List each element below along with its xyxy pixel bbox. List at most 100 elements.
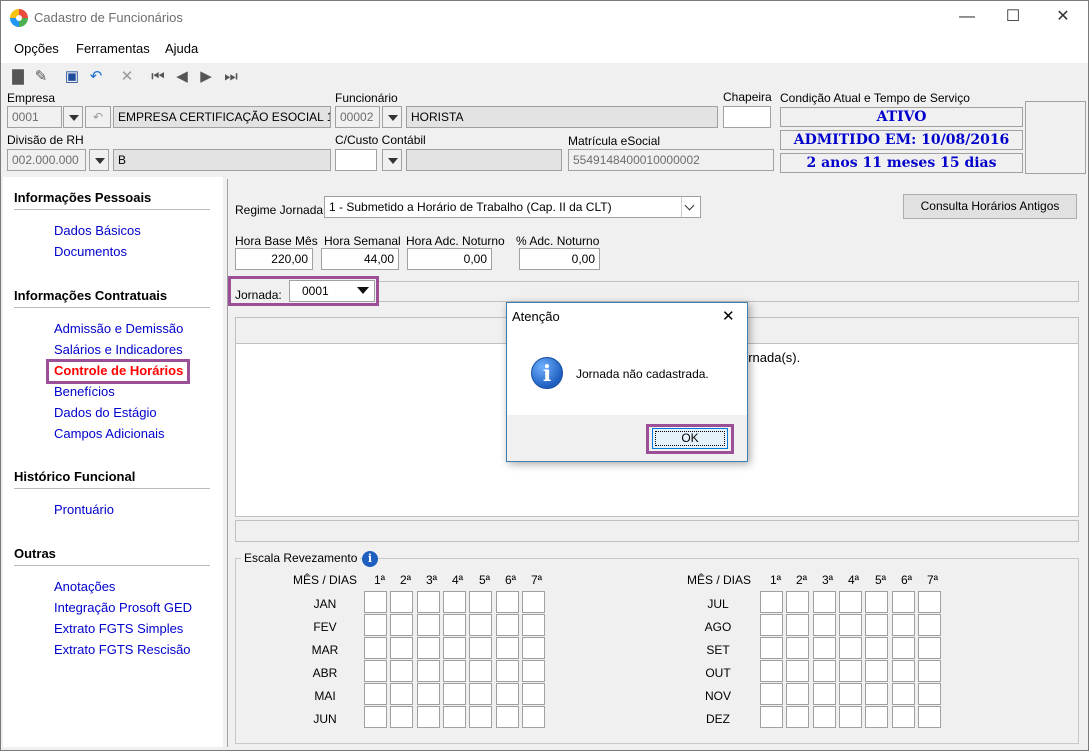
escala-cell[interactable] [442, 660, 466, 682]
edit-icon[interactable]: ✎ [31, 67, 51, 87]
undo-icon[interactable]: ↶ [86, 67, 106, 87]
escala-cell[interactable] [469, 683, 493, 705]
save-icon[interactable]: ▣ [62, 67, 82, 87]
sidebar-item-salarios-indicadores[interactable]: Salários e Indicadores [54, 342, 183, 357]
escala-cell[interactable] [760, 683, 783, 705]
sidebar-item-extrato-fgts-rescisao[interactable]: Extrato FGTS Rescisão [54, 642, 191, 657]
next-record-icon[interactable]: ▶ [196, 67, 216, 87]
escala-cell[interactable] [786, 660, 810, 682]
escala-cell[interactable] [812, 683, 836, 705]
escala-cell[interactable] [521, 660, 545, 682]
escala-cell[interactable] [865, 706, 889, 728]
escala-cell[interactable] [390, 706, 414, 728]
escala-cell[interactable] [812, 614, 836, 636]
custo-dropdown[interactable] [382, 149, 402, 171]
escala-cell[interactable] [786, 637, 810, 659]
escala-cell[interactable] [390, 614, 414, 636]
hora-base-field[interactable]: 220,00 [235, 248, 313, 270]
escala-cell[interactable] [364, 591, 387, 613]
escala-cell[interactable] [917, 614, 941, 636]
escala-cell[interactable] [416, 706, 440, 728]
escala-cell[interactable] [416, 660, 440, 682]
escala-cell[interactable] [812, 591, 836, 613]
escala-cell[interactable] [521, 614, 545, 636]
minimize-button[interactable]: — [944, 1, 990, 33]
escala-cell[interactable] [917, 637, 941, 659]
empresa-code-field[interactable]: 0001 [7, 106, 62, 128]
custo-code-field[interactable] [335, 149, 377, 171]
escala-cell[interactable] [364, 683, 387, 705]
escala-cell[interactable] [364, 660, 387, 682]
pct-adc-field[interactable]: 0,00 [519, 248, 600, 270]
escala-cell[interactable] [416, 683, 440, 705]
info-icon[interactable]: i [362, 551, 378, 567]
escala-cell[interactable] [865, 660, 889, 682]
escala-cell[interactable] [865, 683, 889, 705]
escala-cell[interactable] [495, 614, 519, 636]
sidebar-item-dados-basicos[interactable]: Dados Básicos [54, 223, 141, 238]
escala-cell[interactable] [760, 706, 783, 728]
escala-cell[interactable] [469, 637, 493, 659]
sidebar-item-dados-estagio[interactable]: Dados do Estágio [54, 405, 157, 420]
escala-cell[interactable] [917, 591, 941, 613]
escala-cell[interactable] [891, 706, 915, 728]
hora-adc-field[interactable]: 0,00 [407, 248, 492, 270]
escala-cell[interactable] [838, 591, 862, 613]
escala-cell[interactable] [495, 591, 519, 613]
menu-opcoes[interactable]: Opções [14, 41, 59, 56]
empresa-undo-icon[interactable]: ↶ [85, 106, 111, 128]
escala-cell[interactable] [838, 614, 862, 636]
sidebar-item-documentos[interactable]: Documentos [54, 244, 127, 259]
escala-cell[interactable] [442, 706, 466, 728]
escala-cell[interactable] [364, 614, 387, 636]
hora-semanal-field[interactable]: 44,00 [321, 248, 399, 270]
escala-cell[interactable] [495, 637, 519, 659]
previous-record-icon[interactable]: ◀ [172, 67, 192, 87]
divisao-code-field[interactable]: 002.000.000 [7, 149, 86, 171]
dialog-close-icon[interactable]: ✕ [722, 307, 735, 325]
delete-icon[interactable]: ✕ [117, 67, 137, 87]
consulta-horarios-button[interactable]: Consulta Horários Antigos [903, 194, 1077, 219]
escala-cell[interactable] [364, 637, 387, 659]
escala-cell[interactable] [865, 614, 889, 636]
escala-cell[interactable] [891, 683, 915, 705]
photo-box[interactable] [1025, 101, 1086, 174]
funcionario-code-field[interactable]: 00002 [335, 106, 380, 128]
escala-cell[interactable] [865, 591, 889, 613]
sidebar-item-prontuario[interactable]: Prontuário [54, 502, 114, 517]
menu-ferramentas[interactable]: Ferramentas [76, 41, 150, 56]
sidebar-item-anotacoes[interactable]: Anotações [54, 579, 115, 594]
last-record-icon[interactable]: ⏭ [221, 67, 241, 87]
escala-cell[interactable] [838, 683, 862, 705]
escala-cell[interactable] [786, 683, 810, 705]
escala-cell[interactable] [812, 660, 836, 682]
escala-cell[interactable] [390, 591, 414, 613]
new-document-icon[interactable]: ▇ [8, 67, 28, 87]
escala-cell[interactable] [760, 637, 783, 659]
sidebar-item-admissao-demissao[interactable]: Admissão e Demissão [54, 321, 183, 336]
escala-cell[interactable] [917, 706, 941, 728]
regime-chevron-down-icon[interactable] [681, 197, 700, 217]
escala-cell[interactable] [495, 706, 519, 728]
escala-cell[interactable] [760, 591, 783, 613]
close-button[interactable]: ✕ [1040, 1, 1086, 33]
escala-cell[interactable] [521, 683, 545, 705]
escala-cell[interactable] [521, 591, 545, 613]
escala-cell[interactable] [917, 683, 941, 705]
escala-cell[interactable] [521, 637, 545, 659]
chapeira-field[interactable] [723, 106, 771, 128]
escala-cell[interactable] [495, 683, 519, 705]
escala-cell[interactable] [390, 637, 414, 659]
matricula-field[interactable]: 5549148400010000002 [568, 149, 774, 171]
escala-cell[interactable] [812, 706, 836, 728]
escala-cell[interactable] [469, 591, 493, 613]
escala-cell[interactable] [416, 637, 440, 659]
escala-cell[interactable] [760, 614, 783, 636]
sidebar-item-extrato-fgts-simples[interactable]: Extrato FGTS Simples [54, 621, 183, 636]
escala-cell[interactable] [786, 591, 810, 613]
escala-cell[interactable] [442, 683, 466, 705]
escala-cell[interactable] [838, 660, 862, 682]
escala-cell[interactable] [838, 637, 862, 659]
escala-cell[interactable] [917, 660, 941, 682]
escala-cell[interactable] [364, 706, 387, 728]
